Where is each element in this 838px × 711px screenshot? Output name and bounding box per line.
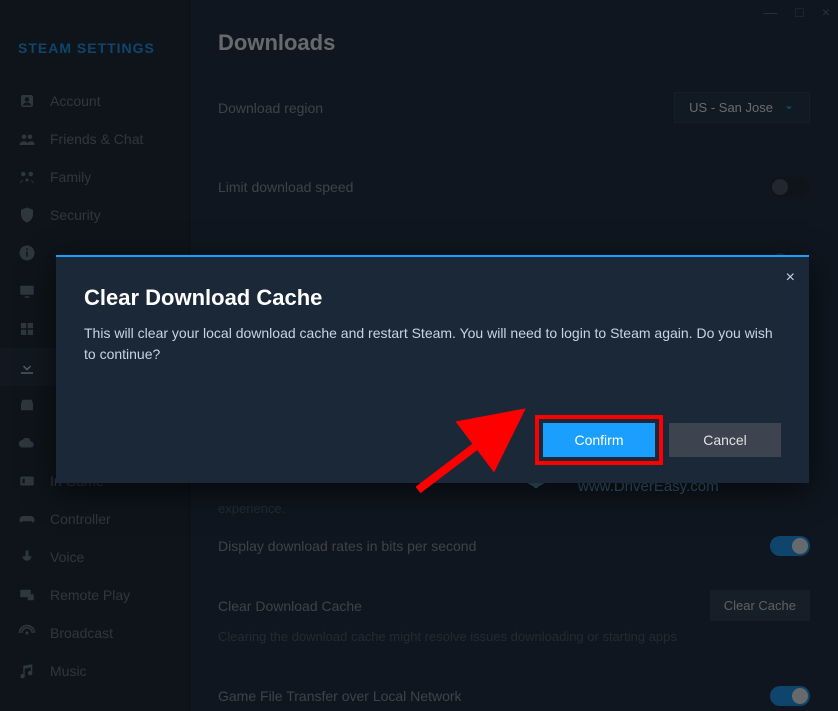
modal-actions: Confirm Cancel xyxy=(84,423,781,457)
modal-close-button[interactable]: × xyxy=(786,269,795,287)
cancel-button[interactable]: Cancel xyxy=(669,423,781,457)
modal-body: This will clear your local download cach… xyxy=(84,323,781,365)
modal-title: Clear Download Cache xyxy=(84,285,781,311)
clear-cache-modal: × Clear Download Cache This will clear y… xyxy=(56,255,809,483)
confirm-button[interactable]: Confirm xyxy=(543,423,655,457)
